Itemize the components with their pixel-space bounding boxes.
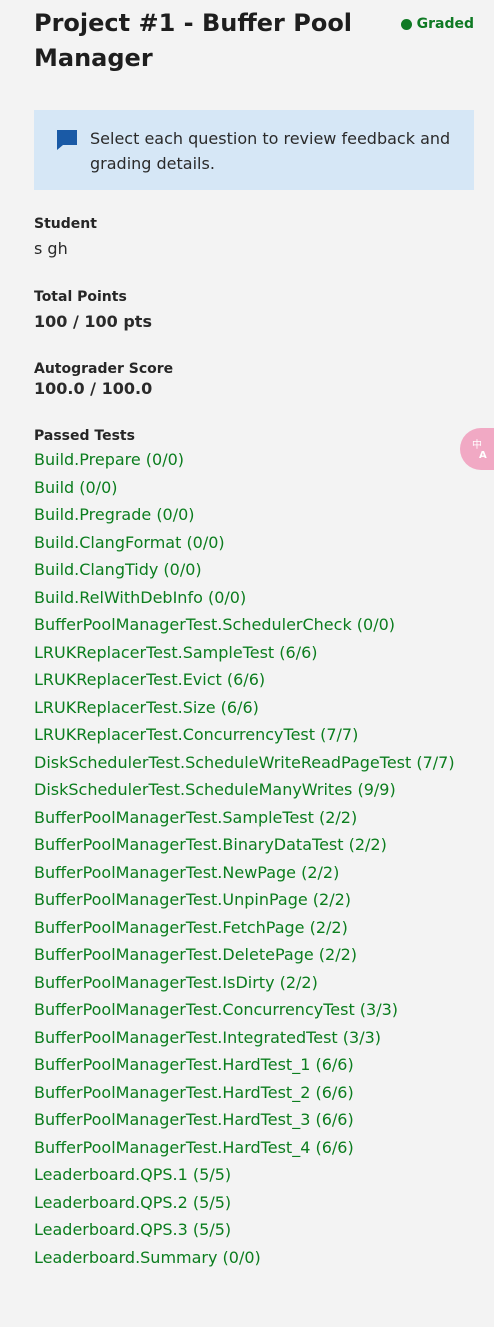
test-list-item: LRUKReplacerTest.ConcurrencyTest (7/7) [34, 726, 455, 754]
test-list-item: Leaderboard.Summary (0/0) [34, 1248, 455, 1277]
test-link[interactable]: LRUKReplacerTest.ConcurrencyTest (7/7) [34, 725, 358, 744]
test-link[interactable]: Build.ClangFormat (0/0) [34, 533, 225, 552]
total-points-value: 100 / 100 pts [34, 312, 152, 331]
translate-button[interactable]: 中 A [460, 428, 494, 470]
status-dot-icon [400, 18, 412, 30]
test-list-item: BufferPoolManagerTest.DeletePage (2/2) [34, 946, 455, 974]
status-badge: Graded [400, 16, 474, 32]
test-list-item: BufferPoolManagerTest.HardTest_3 (6/6) [34, 1111, 455, 1139]
test-list-item: DiskSchedulerTest.ScheduleWriteReadPageT… [34, 753, 455, 782]
svg-text:A: A [479, 450, 487, 460]
test-list-item: Leaderboard.QPS.2 (5/5) [34, 1193, 455, 1222]
test-list-item: BufferPoolManagerTest.NewPage (2/2) [34, 863, 455, 892]
test-link[interactable]: BufferPoolManagerTest.FetchPage (2/2) [34, 918, 348, 937]
test-list-item: BufferPoolManagerTest.IsDirty (2/2) [34, 973, 455, 1002]
test-list-item: Build.RelWithDebInfo (0/0) [34, 588, 455, 617]
test-link[interactable]: BufferPoolManagerTest.SampleTest (2/2) [34, 808, 357, 827]
student-label: Student [34, 216, 97, 232]
test-link[interactable]: BufferPoolManagerTest.HardTest_3 (6/6) [34, 1110, 354, 1129]
test-link[interactable]: LRUKReplacerTest.SampleTest (6/6) [34, 643, 318, 662]
test-link[interactable]: BufferPoolManagerTest.UnpinPage (2/2) [34, 890, 351, 909]
test-link[interactable]: Leaderboard.QPS.1 (5/5) [34, 1165, 231, 1184]
test-link[interactable]: BufferPoolManagerTest.SchedulerCheck (0/… [34, 615, 395, 634]
passed-tests-section: Passed Tests Build.Prepare (0/0) Build (0… [34, 428, 455, 1276]
student-field: Student s gh [34, 216, 97, 258]
test-list-item: BufferPoolManagerTest.HardTest_4 (6/6) [34, 1138, 455, 1167]
test-list-item: BufferPoolManagerTest.SchedulerCheck (0/… [34, 616, 455, 644]
test-list-item: Build.Pregrade (0/0) [34, 506, 455, 534]
translate-icon: 中 A [472, 438, 487, 460]
test-link[interactable]: LRUKReplacerTest.Size (6/6) [34, 698, 259, 717]
test-list-item: LRUKReplacerTest.SampleTest (6/6) [34, 643, 455, 672]
test-link[interactable]: Build (0/0) [34, 478, 117, 497]
test-link[interactable]: Leaderboard.QPS.3 (5/5) [34, 1220, 231, 1239]
test-link[interactable]: BufferPoolManagerTest.HardTest_4 (6/6) [34, 1138, 354, 1157]
total-points-label: Total Points [34, 289, 127, 305]
passed-tests-label: Passed Tests [34, 428, 135, 444]
test-list-item: BufferPoolManagerTest.FetchPage (2/2) [34, 918, 455, 947]
test-link[interactable]: BufferPoolManagerTest.NewPage (2/2) [34, 863, 339, 882]
test-list-item: Build.ClangFormat (0/0) [34, 533, 455, 562]
test-link[interactable]: DiskSchedulerTest.ScheduleWriteReadPageT… [34, 753, 455, 772]
test-link[interactable]: Leaderboard.QPS.2 (5/5) [34, 1193, 231, 1212]
test-list-item: LRUKReplacerTest.Size (6/6) [34, 698, 455, 727]
test-list-item: Build.ClangTidy (0/0) [34, 561, 455, 589]
comment-icon [57, 130, 77, 150]
test-list-item: Build (0/0) [34, 478, 455, 507]
test-link[interactable]: BufferPoolManagerTest.IsDirty (2/2) [34, 973, 318, 992]
test-link[interactable]: DiskSchedulerTest.ScheduleManyWrites (9/… [34, 780, 396, 799]
autograder-value: 100.0 / 100.0 [34, 379, 153, 398]
info-banner: Select each question to review feedback … [34, 110, 474, 190]
test-list-item: BufferPoolManagerTest.SampleTest (2/2) [34, 808, 455, 837]
test-link[interactable]: BufferPoolManagerTest.IntegratedTest (3/… [34, 1028, 381, 1047]
test-link[interactable]: Build.RelWithDebInfo (0/0) [34, 588, 246, 607]
total-points-field: Total Points 100 / 100 pts [34, 289, 152, 331]
test-list-item: BufferPoolManagerTest.HardTest_1 (6/6) [34, 1056, 455, 1084]
test-list-item: DiskSchedulerTest.ScheduleManyWrites (9/… [34, 781, 455, 809]
test-link[interactable]: BufferPoolManagerTest.BinaryDataTest (2/… [34, 835, 387, 854]
test-link[interactable]: BufferPoolManagerTest.HardTest_2 (6/6) [34, 1083, 354, 1102]
test-link[interactable]: Leaderboard.Summary (0/0) [34, 1248, 261, 1267]
page-header: Project #1 - Buffer Pool Manager Graded [34, 6, 474, 76]
status-label: Graded [416, 16, 474, 32]
test-list-item: BufferPoolManagerTest.BinaryDataTest (2/… [34, 836, 455, 864]
test-list-item: BufferPoolManagerTest.ConcurrencyTest (3… [34, 1001, 455, 1029]
test-list-item: BufferPoolManagerTest.UnpinPage (2/2) [34, 891, 455, 919]
test-link[interactable]: BufferPoolManagerTest.ConcurrencyTest (3… [34, 1000, 398, 1019]
autograder-field: Autograder Score 100.0 / 100.0 [34, 361, 173, 398]
test-list-item: LRUKReplacerTest.Evict (6/6) [34, 671, 455, 699]
test-link[interactable]: BufferPoolManagerTest.DeletePage (2/2) [34, 945, 357, 964]
info-text: Select each question to review feedback … [90, 129, 451, 173]
test-link[interactable]: LRUKReplacerTest.Evict (6/6) [34, 670, 265, 689]
test-list-item: Leaderboard.QPS.3 (5/5) [34, 1221, 455, 1249]
autograder-label: Autograder Score [34, 361, 174, 377]
test-link[interactable]: Build.ClangTidy (0/0) [34, 560, 202, 579]
test-link[interactable]: Build.Pregrade (0/0) [34, 505, 195, 524]
test-link[interactable]: BufferPoolManagerTest.HardTest_1 (6/6) [34, 1055, 354, 1074]
page-title: Project #1 - Buffer Pool Manager [34, 9, 353, 72]
test-list-item: Build.Prepare (0/0) [34, 451, 455, 479]
student-value: s gh [34, 239, 68, 258]
test-list-item: BufferPoolManagerTest.HardTest_2 (6/6) [34, 1083, 455, 1112]
test-list-item: Leaderboard.QPS.1 (5/5) [34, 1166, 455, 1194]
test-list-item: BufferPoolManagerTest.IntegratedTest (3/… [34, 1028, 455, 1057]
test-list: Build.Prepare (0/0) Build (0/0) Build.Preg… [34, 451, 455, 1276]
test-link[interactable]: Build.Prepare (0/0) [34, 450, 184, 469]
